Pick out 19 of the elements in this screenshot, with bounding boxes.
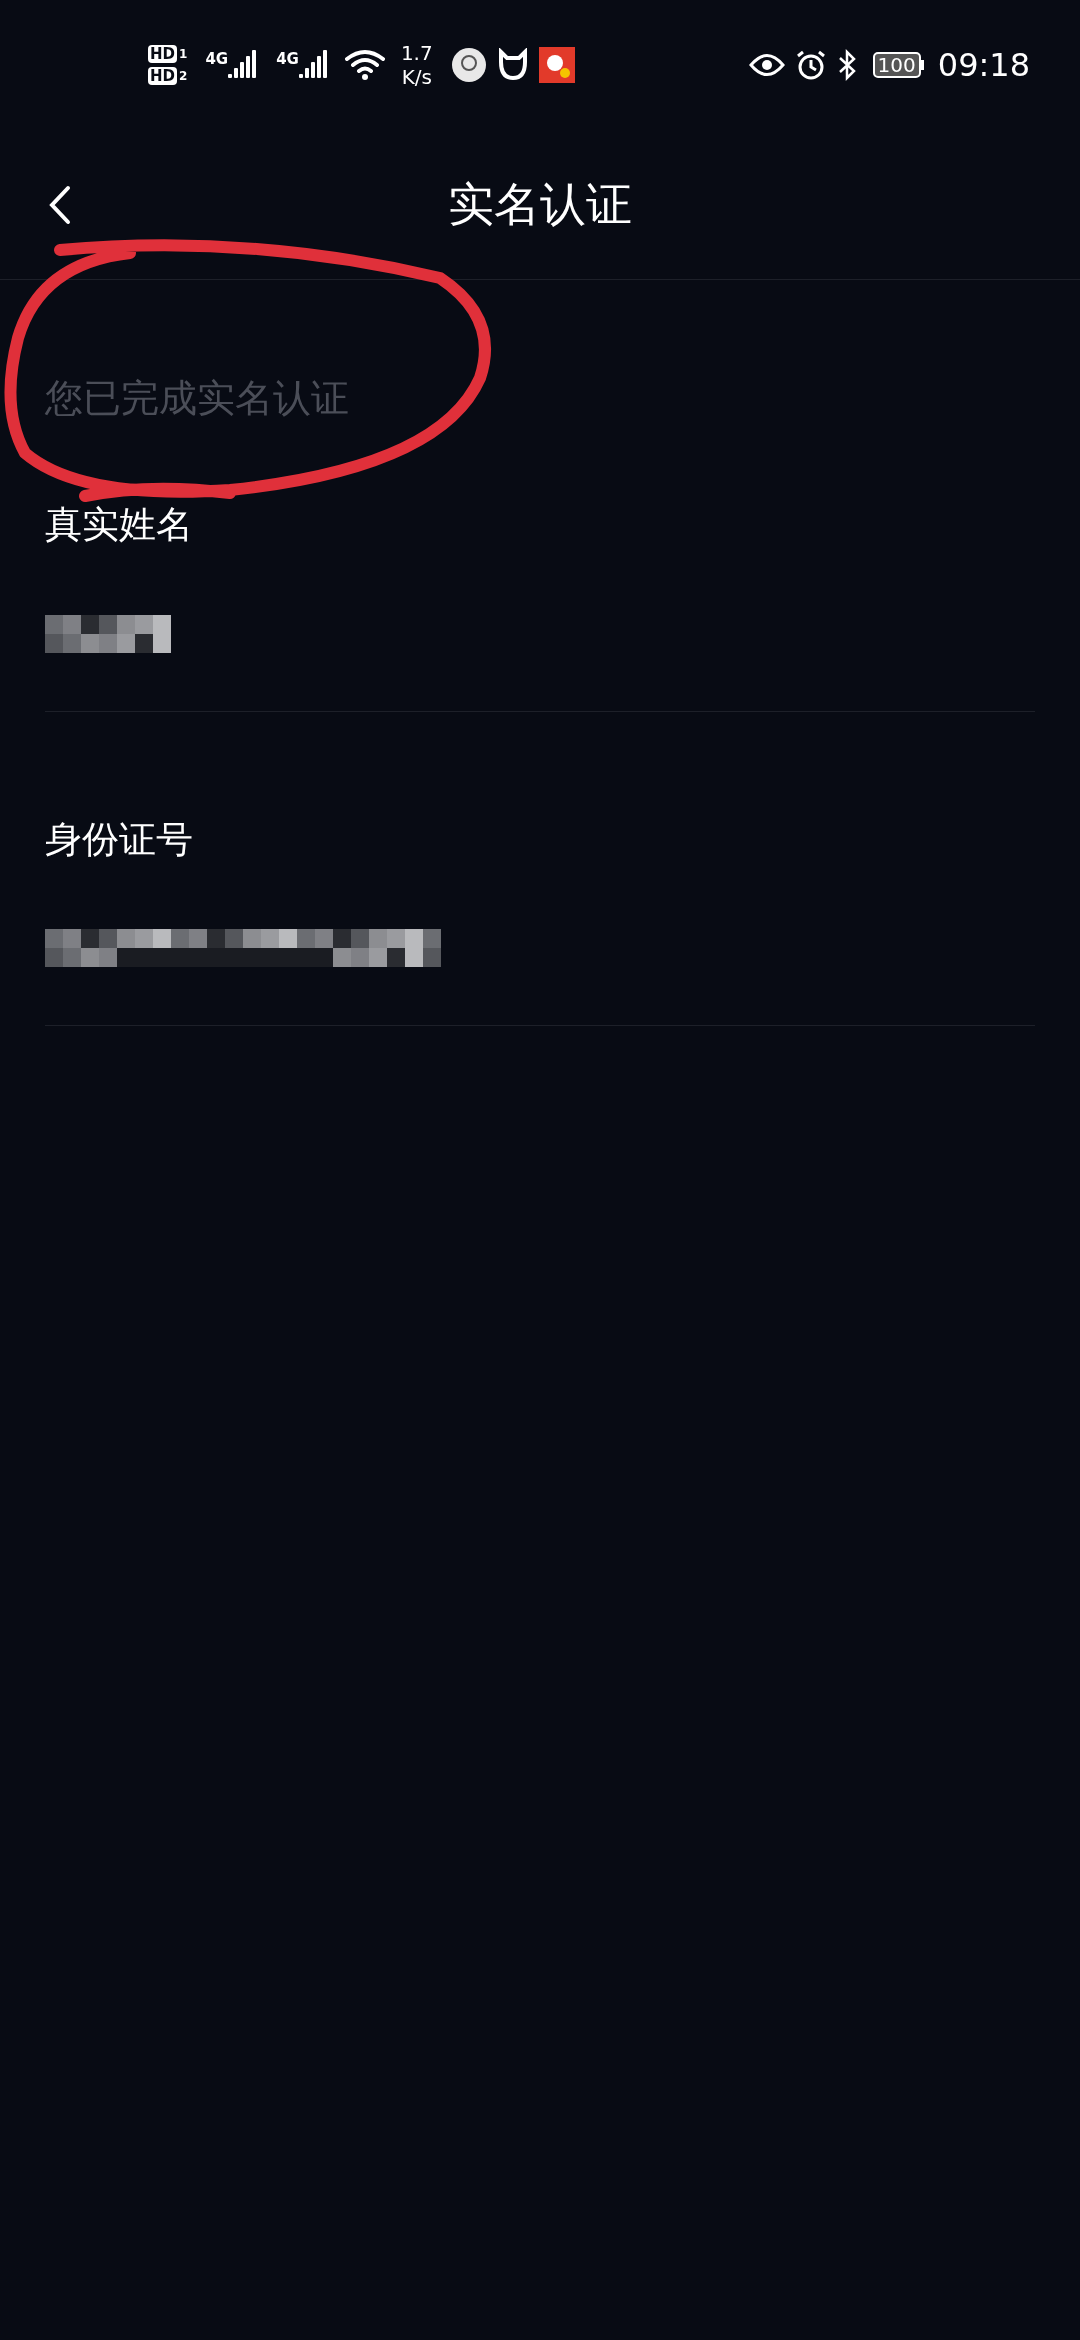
app-notification-icon — [538, 47, 575, 83]
sim-slot: 1 — [179, 45, 188, 63]
notice-text: 您已完成实名认证 — [45, 376, 349, 420]
field-label: 身份证号 — [45, 816, 194, 863]
hd-badge: HD — [148, 45, 177, 63]
app-notification-icon — [450, 47, 487, 83]
field-label: 真实姓名 — [45, 502, 194, 548]
wifi-icon — [344, 49, 385, 81]
alarm-icon — [794, 49, 827, 81]
sim-slot: 2 — [179, 67, 188, 85]
eye-icon — [748, 52, 785, 78]
page-title: 实名认证 — [448, 176, 632, 233]
hd-badge: HD — [148, 67, 177, 85]
network-type: 4G — [276, 49, 299, 70]
battery-icon: 100 — [872, 52, 924, 78]
network-type: 4G — [205, 49, 229, 70]
speed-unit: K/s — [401, 65, 432, 89]
clock: 09:18 — [937, 45, 1030, 86]
speed-value: 1.7 — [400, 41, 433, 65]
